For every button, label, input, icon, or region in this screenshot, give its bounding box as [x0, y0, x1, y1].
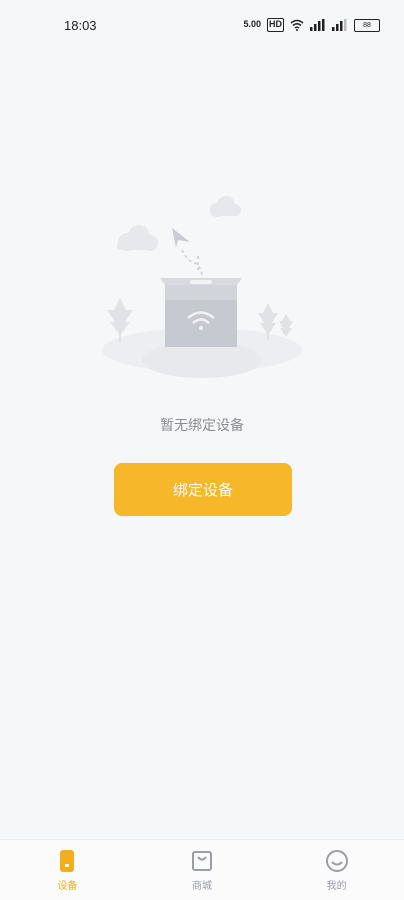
tab-shop[interactable]: 商城 [135, 840, 270, 900]
tab-device[interactable]: 设备 [0, 840, 135, 900]
tab-label: 我的 [326, 881, 347, 892]
tab-profile[interactable]: 我的 [269, 840, 404, 900]
tab-label: 商城 [192, 881, 212, 892]
signal-icon [332, 19, 347, 31]
battery-level: 88 [363, 21, 371, 29]
battery-icon: 88 [354, 18, 380, 32]
signal-icon [310, 19, 325, 31]
status-icons: 5.00 HD 88 [243, 18, 380, 32]
hd-icon: HD [267, 18, 284, 32]
status-bar: 18:03 5.00 HD 88 [0, 0, 404, 52]
status-time: 18:03 [64, 18, 97, 33]
tab-label: 设备 [57, 881, 78, 892]
shop-icon [192, 851, 212, 871]
bottom-tab-bar: 设备 商城 我的 [0, 839, 404, 900]
network-speed-icon: 5.00 [243, 19, 261, 29]
profile-icon [325, 850, 348, 872]
empty-box-wifi-icon [102, 196, 302, 378]
bind-device-button[interactable]: 绑定设备 [114, 463, 292, 516]
empty-state-message: 暂无绑定设备 [160, 418, 244, 434]
device-icon [60, 850, 75, 872]
wifi-icon [290, 19, 304, 31]
